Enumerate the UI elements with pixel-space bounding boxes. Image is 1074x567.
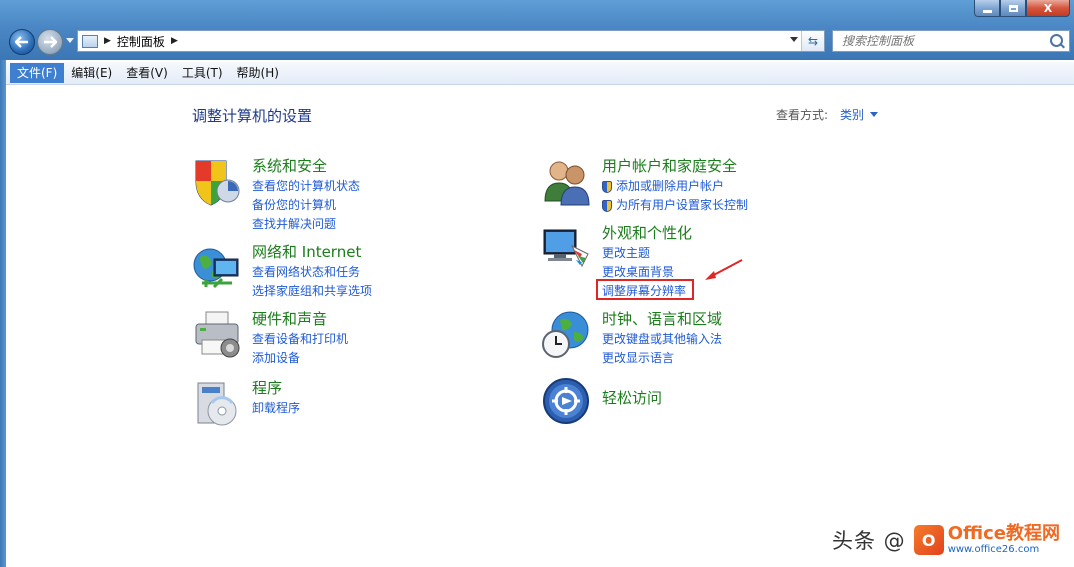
category-title[interactable]: 系统和安全	[252, 155, 327, 176]
category-links: 查看网络状态和任务 选择家庭组和共享选项	[252, 263, 372, 301]
printer-icon	[195, 311, 240, 358]
breadcrumb-separator-icon[interactable]: ▶	[104, 36, 111, 46]
search-input[interactable]	[833, 31, 1052, 51]
link-label: 为所有用户设置家长控制	[616, 198, 749, 212]
users-icon	[544, 161, 590, 206]
category-title[interactable]: 硬件和声音	[252, 308, 327, 329]
breadcrumb-chevron-icon[interactable]: ▶	[171, 36, 178, 46]
category-title[interactable]: 时钟、语言和区域	[602, 308, 722, 329]
address-history-chevron-icon[interactable]	[790, 37, 798, 42]
link-network-status[interactable]: 查看网络状态和任务	[252, 263, 372, 282]
office-logo-icon: O	[913, 525, 944, 555]
maximize-button[interactable]	[1000, 0, 1026, 17]
search-icon[interactable]	[1050, 34, 1063, 47]
control-panel-icon	[82, 34, 98, 48]
shield-icon	[195, 160, 240, 206]
category-title[interactable]: 程序	[252, 377, 282, 398]
chevron-down-icon[interactable]	[870, 112, 878, 117]
address-bar[interactable]: ▶ 控制面板 ▶ ⇆	[77, 30, 825, 52]
category-title[interactable]: 外观和个性化	[602, 222, 692, 243]
watermark-brand: Office教程网 www.office26.com	[948, 525, 1060, 555]
monitor-palette-icon	[543, 229, 589, 268]
link-label: 添加或删除用户帐户	[616, 179, 725, 193]
back-arrow-icon	[15, 36, 28, 48]
menu-help[interactable]: 帮助(H)	[230, 63, 286, 83]
uac-shield-icon	[602, 199, 612, 212]
globe-network-icon	[193, 248, 239, 289]
highlight-box	[596, 279, 694, 300]
link-troubleshoot[interactable]: 查找并解决问题	[252, 215, 360, 234]
close-icon: X	[1043, 1, 1053, 15]
accessibility-icon	[543, 378, 589, 424]
programs-icon	[197, 382, 237, 426]
category-title[interactable]: 用户帐户和家庭安全	[602, 155, 737, 176]
forward-arrow-icon	[44, 36, 57, 48]
category-links: 添加或删除用户帐户 为所有用户设置家长控制	[602, 177, 748, 215]
category-title[interactable]: 轻松访问	[602, 387, 662, 408]
minimize-icon	[982, 9, 992, 13]
content-pane: 调整计算机的设置 查看方式: 类别 系统和安全 查看您的计算机状态 备份您的计算…	[6, 85, 1074, 567]
maximize-icon	[1008, 4, 1018, 12]
menu-tools[interactable]: 工具(T)	[175, 63, 230, 83]
search-box[interactable]	[832, 30, 1070, 52]
close-button[interactable]: X	[1026, 0, 1070, 17]
recent-pages-chevron-icon[interactable]	[66, 38, 74, 43]
watermark-text: 头条 @	[832, 529, 906, 553]
link-parental-controls[interactable]: 为所有用户设置家长控制	[602, 196, 748, 215]
back-button[interactable]	[9, 29, 35, 55]
watermark-brand-main: Office教程网	[947, 523, 1060, 544]
refresh-icon: ⇆	[807, 34, 819, 48]
caption-buttons: X	[974, 0, 1070, 18]
category-title[interactable]: 网络和 Internet	[252, 241, 361, 262]
watermark: 头条 @ O Office教程网 www.office26.com	[832, 525, 1060, 555]
link-change-display-language[interactable]: 更改显示语言	[602, 349, 722, 368]
category-links: 查看设备和打印机 添加设备	[252, 330, 348, 368]
view-by-label: 查看方式:	[776, 108, 829, 122]
forward-button[interactable]	[37, 29, 63, 55]
link-uninstall-program[interactable]: 卸载程序	[252, 399, 300, 418]
view-by-dropdown[interactable]: 类别	[840, 106, 864, 123]
link-devices-printers[interactable]: 查看设备和打印机	[252, 330, 348, 349]
breadcrumb-control-panel[interactable]: 控制面板	[117, 33, 165, 50]
link-change-keyboard-input[interactable]: 更改键盘或其他输入法	[602, 330, 722, 349]
link-homegroup-sharing[interactable]: 选择家庭组和共享选项	[252, 282, 372, 301]
watermark-brand-sub: www.office26.com	[947, 544, 1040, 555]
menu-edit[interactable]: 编辑(E)	[64, 63, 119, 83]
link-view-computer-status[interactable]: 查看您的计算机状态	[252, 177, 360, 196]
link-backup-computer[interactable]: 备份您的计算机	[252, 196, 360, 215]
menu-bar: 文件(F) 编辑(E) 查看(V) 工具(T) 帮助(H)	[6, 62, 1074, 85]
page-title: 调整计算机的设置	[192, 107, 313, 125]
menu-file[interactable]: 文件(F)	[10, 63, 65, 83]
minimize-button[interactable]	[974, 0, 1000, 17]
link-add-device[interactable]: 添加设备	[252, 349, 348, 368]
category-links: 查看您的计算机状态 备份您的计算机 查找并解决问题	[252, 177, 360, 234]
link-add-remove-accounts[interactable]: 添加或删除用户帐户	[602, 177, 748, 196]
category-links: 更改键盘或其他输入法 更改显示语言	[602, 330, 722, 368]
annotation-arrow-icon	[705, 259, 743, 280]
uac-shield-icon	[602, 180, 612, 193]
globe-clock-icon	[542, 311, 589, 358]
link-change-theme[interactable]: 更改主题	[602, 244, 686, 263]
category-links: 卸载程序	[252, 399, 300, 418]
menu-view[interactable]: 查看(V)	[119, 63, 175, 83]
refresh-button[interactable]: ⇆	[801, 31, 824, 51]
